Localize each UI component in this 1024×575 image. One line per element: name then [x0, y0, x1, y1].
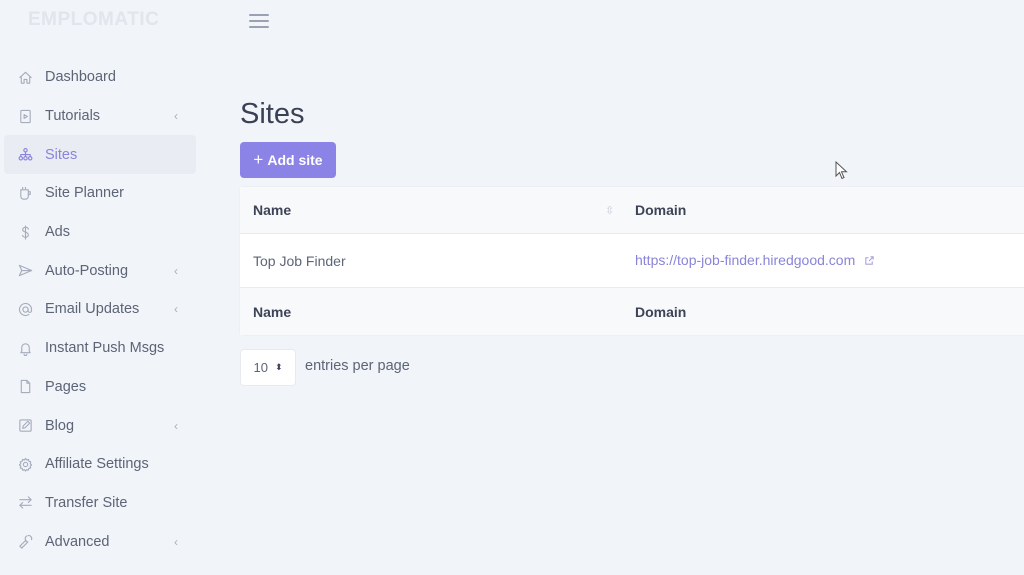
sidebar-item-label: Instant Push Msgs — [45, 340, 165, 357]
at-icon — [16, 300, 34, 318]
sidebar-item-label: Dashboard — [45, 69, 116, 86]
home-icon — [16, 68, 34, 86]
sidebar-item-ads[interactable]: Ads — [4, 213, 196, 252]
sidebar-item-affiliate-settings[interactable]: Affiliate Settings — [4, 445, 196, 484]
sidebar-item-transfer-site[interactable]: Transfer Site — [4, 484, 196, 523]
send-icon — [16, 262, 34, 280]
transfer-icon — [16, 494, 34, 512]
sidebar: EMPLOMATIC Dashboard Tutorials ‹ Sites Site … — [0, 0, 200, 575]
column-header-name[interactable]: Name — [253, 202, 291, 218]
wrench-icon — [16, 533, 34, 551]
brand-logo[interactable]: EMPLOMATIC — [28, 9, 159, 31]
sidebar-item-site-planner[interactable]: Site Planner — [4, 174, 196, 213]
sidebar-item-dashboard[interactable]: Dashboard — [4, 58, 196, 97]
sidebar-item-auto-posting[interactable]: Auto-Posting ‹ — [4, 251, 196, 290]
sidebar-item-label: Pages — [45, 378, 87, 395]
sidebar-item-label: Ads — [45, 224, 70, 241]
page-title: Sites — [240, 98, 305, 130]
table-footer-row: Name Domain — [240, 288, 1024, 335]
column-header-domain[interactable]: Domain — [635, 202, 686, 218]
sidebar-item-sites[interactable]: Sites — [4, 135, 196, 175]
site-domain-link[interactable]: https://top-job-finder.hiredgood.com — [635, 252, 855, 268]
site-domain-cell: https://top-job-finder.hiredgood.com — [635, 252, 875, 269]
chevron-left-icon[interactable]: ‹ — [166, 419, 186, 433]
mouse-cursor-icon — [835, 161, 848, 180]
sidebar-item-label: Affiliate Settings — [45, 456, 149, 473]
table-header-row: Name ⇳ Domain — [240, 187, 1024, 234]
sidebar-item-label: Tutorials — [45, 108, 101, 125]
sidebar-item-label: Auto-Posting — [45, 262, 129, 279]
sidebar-item-email-updates[interactable]: Email Updates ‹ — [4, 290, 196, 329]
sidebar-item-label: Site Planner — [45, 185, 124, 202]
video-file-icon — [16, 107, 34, 125]
sidebar-item-label: Sites — [45, 146, 78, 163]
external-link-icon[interactable] — [864, 253, 875, 269]
chevron-left-icon[interactable]: ‹ — [166, 264, 186, 278]
add-site-label: Add site — [267, 152, 323, 168]
entries-per-page-select[interactable]: 10 ⬍ — [240, 349, 296, 386]
entries-per-page-label: entries per page — [305, 358, 410, 374]
sidebar-item-advanced[interactable]: Advanced ‹ — [4, 522, 196, 561]
sitemap-icon — [16, 146, 34, 164]
sidebar-item-tutorials[interactable]: Tutorials ‹ — [4, 97, 196, 136]
footer-name: Name — [253, 303, 292, 320]
sidebar-item-pages[interactable]: Pages — [4, 368, 196, 407]
sidebar-item-instant-push-msgs[interactable]: Instant Push Msgs — [4, 329, 196, 368]
bell-icon — [16, 339, 34, 357]
gear-icon — [16, 455, 34, 473]
chevron-left-icon[interactable]: ‹ — [166, 302, 186, 316]
entries-per-page-value: 10 — [253, 360, 268, 375]
chevron-left-icon[interactable]: ‹ — [166, 109, 186, 123]
file-icon — [16, 378, 34, 396]
sidebar-item-label: Blog — [45, 417, 75, 434]
footer-domain: Domain — [635, 303, 687, 320]
plus-icon: + — [253, 150, 264, 169]
site-name-cell: Top Job Finder — [253, 252, 346, 269]
sort-icon[interactable]: ⇳ — [605, 204, 614, 217]
sidebar-nav: Dashboard Tutorials ‹ Sites Site Planner Ads A… — [4, 58, 196, 561]
dollar-icon — [16, 223, 34, 241]
chevron-left-icon[interactable]: ‹ — [166, 535, 186, 549]
select-arrows-icon: ⬍ — [274, 362, 283, 372]
sidebar-item-label: Transfer Site — [45, 494, 128, 511]
sidebar-item-label: Email Updates — [45, 301, 140, 318]
hamburger-menu-icon[interactable] — [249, 14, 269, 30]
edit-icon — [16, 417, 34, 435]
table-row: Top Job Finder https://top-job-finder.hi… — [240, 234, 1024, 288]
sites-table: Name ⇳ Domain Top Job Finder https://top… — [240, 187, 1024, 335]
add-site-button[interactable]: + Add site — [240, 142, 336, 178]
cup-icon — [16, 184, 34, 202]
sidebar-item-blog[interactable]: Blog ‹ — [4, 406, 196, 445]
sidebar-item-label: Advanced — [45, 533, 110, 550]
